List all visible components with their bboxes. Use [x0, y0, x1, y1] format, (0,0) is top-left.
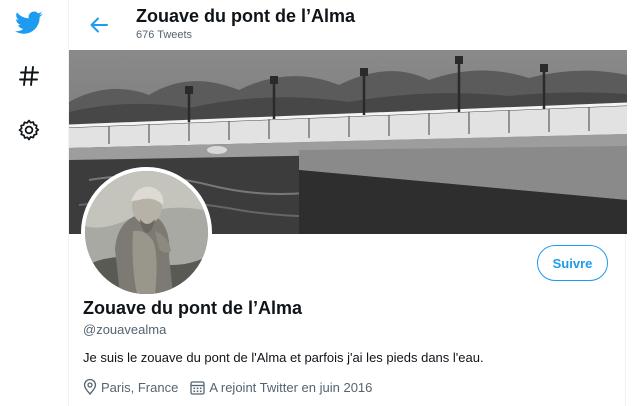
location-text: Paris, France: [101, 379, 179, 395]
twitter-logo-button[interactable]: [9, 3, 49, 43]
profile-header-bar: Zouave du pont de l’Alma 676 Tweets: [69, 0, 627, 50]
hashtag-icon: [19, 66, 39, 86]
joined-text: A rejoint Twitter en juin 2016: [209, 379, 373, 395]
zouave-statue-photo: [85, 171, 208, 294]
profile-meta: Paris, France A rejoint Twitter en juin …: [83, 378, 384, 396]
follow-button[interactable]: Suivre: [537, 245, 608, 281]
profile-bio: Je suis le zouave du pont de l'Alma et p…: [83, 350, 484, 365]
settings-button[interactable]: [9, 110, 49, 150]
tweet-count: 676 Tweets: [136, 29, 193, 41]
back-button[interactable]: [83, 9, 115, 41]
location-pin-icon: [83, 379, 97, 395]
joined-item: A rejoint Twitter en juin 2016: [190, 380, 372, 395]
calendar-icon: [190, 380, 205, 395]
gear-icon: [18, 119, 40, 141]
location-item: Paris, France: [83, 379, 178, 395]
profile-column: Zouave du pont de l’Alma 676 Tweets Suiv…: [68, 0, 627, 406]
profile-handle: @zouavealma: [83, 322, 167, 337]
nav-rail: [0, 0, 58, 406]
header-title: Zouave du pont de l’Alma: [136, 6, 356, 26]
profile-avatar[interactable]: [81, 167, 212, 298]
twitter-bird-icon: [15, 11, 43, 34]
profile-display-name: Zouave du pont de l’Alma: [83, 298, 303, 318]
arrow-left-icon: [90, 17, 108, 33]
explore-button[interactable]: [9, 56, 49, 96]
